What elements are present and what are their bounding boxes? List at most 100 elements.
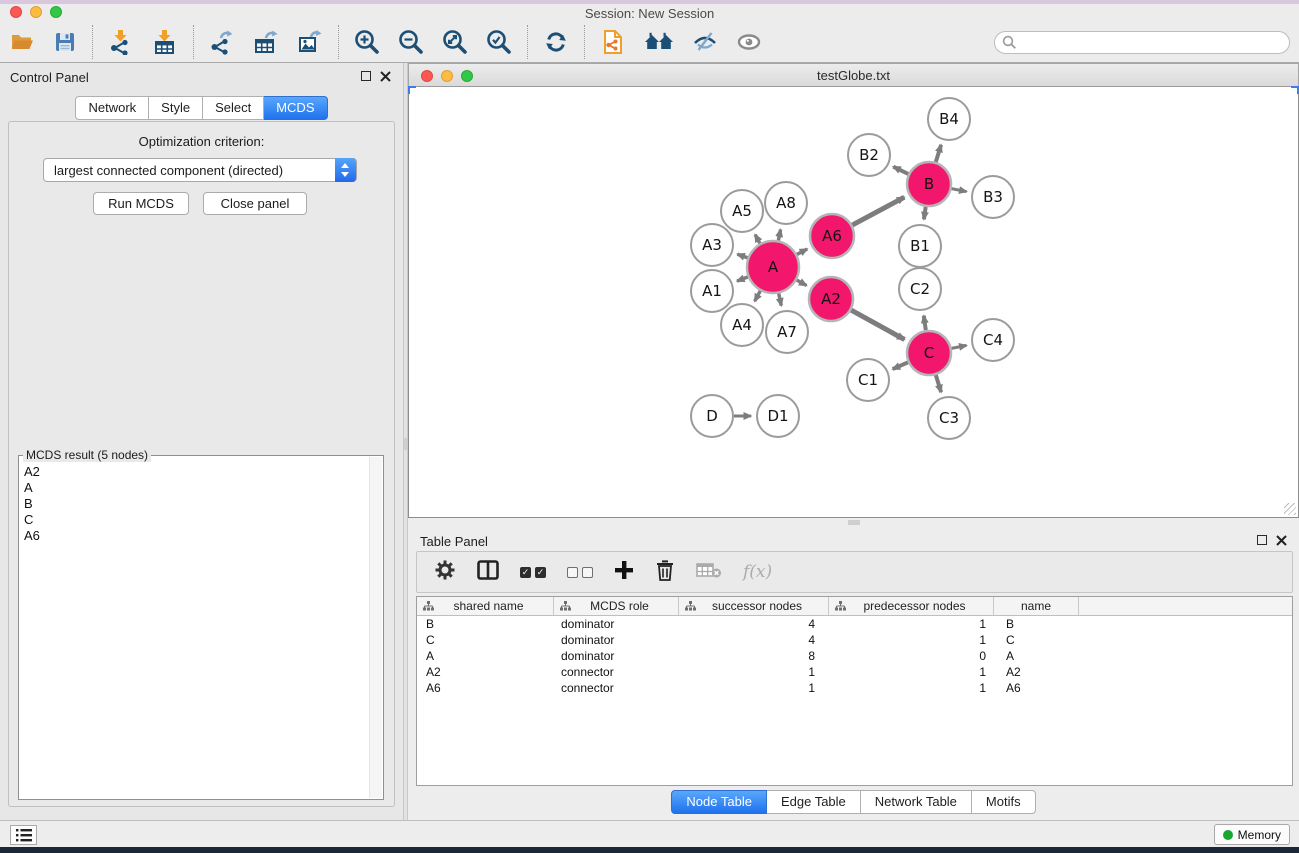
table-row[interactable]: Adominator80A bbox=[417, 648, 1292, 664]
table-cell[interactable]: connector bbox=[554, 680, 679, 696]
graph-node-C3[interactable]: C3 bbox=[928, 397, 970, 439]
float-table-panel-button[interactable] bbox=[1257, 535, 1267, 545]
network-window-titlebar[interactable]: testGlobe.txt bbox=[408, 63, 1299, 87]
table-cell[interactable]: C bbox=[994, 632, 1079, 648]
graph-edge-C-C2[interactable] bbox=[924, 316, 926, 331]
gear-icon[interactable] bbox=[434, 559, 456, 586]
tab-select[interactable]: Select bbox=[203, 96, 264, 120]
table-cell[interactable]: 1 bbox=[679, 664, 829, 680]
table-row[interactable]: Bdominator41B bbox=[417, 616, 1292, 632]
split-columns-icon[interactable] bbox=[477, 560, 499, 585]
table-cell[interactable]: 8 bbox=[679, 648, 829, 664]
table-cell[interactable]: A bbox=[417, 648, 554, 664]
table-cell[interactable]: 1 bbox=[829, 680, 994, 696]
mcds-result-item[interactable]: A2 bbox=[24, 464, 368, 480]
tab-mcds[interactable]: MCDS bbox=[264, 96, 327, 120]
graph-node-B4[interactable]: B4 bbox=[928, 98, 970, 140]
table-cell[interactable]: 4 bbox=[679, 632, 829, 648]
graph-node-A8[interactable]: A8 bbox=[765, 182, 807, 224]
tab-network-table[interactable]: Network Table bbox=[861, 790, 972, 814]
graph-node-A1[interactable]: A1 bbox=[691, 270, 733, 312]
zoom-in-icon[interactable] bbox=[345, 25, 389, 59]
tab-network[interactable]: Network bbox=[75, 96, 149, 120]
function-builder-icon[interactable]: f(x) bbox=[743, 562, 772, 582]
graph-edge-A-A4[interactable] bbox=[755, 291, 761, 301]
table-cell[interactable]: A6 bbox=[994, 680, 1079, 696]
run-mcds-button[interactable]: Run MCDS bbox=[93, 192, 189, 215]
graph-edge-A-A5[interactable] bbox=[755, 235, 760, 244]
close-table-panel-button[interactable] bbox=[1276, 535, 1287, 546]
graph-edge-C-C3[interactable] bbox=[936, 375, 941, 392]
hide-graphics-details-icon[interactable] bbox=[683, 25, 727, 59]
table-cell[interactable]: dominator bbox=[554, 616, 679, 632]
table-cell[interactable]: A2 bbox=[417, 664, 554, 680]
zoom-selected-icon[interactable] bbox=[477, 25, 521, 59]
graph-node-B[interactable]: B bbox=[907, 162, 951, 206]
table-cell[interactable]: 1 bbox=[829, 664, 994, 680]
graph-edge-B-B4[interactable] bbox=[936, 145, 941, 162]
zoom-out-icon[interactable] bbox=[389, 25, 433, 59]
graph-node-C[interactable]: C bbox=[907, 331, 951, 375]
refresh-view-icon[interactable] bbox=[534, 25, 578, 59]
mcds-result-item[interactable]: A bbox=[24, 480, 368, 496]
criterion-dropdown[interactable]: largest connected component (directed) bbox=[43, 158, 357, 182]
table-cell[interactable]: 1 bbox=[829, 616, 994, 632]
mcds-result-item[interactable]: A6 bbox=[24, 528, 368, 544]
export-image-icon[interactable] bbox=[288, 25, 332, 59]
table-cell[interactable]: 1 bbox=[679, 680, 829, 696]
network-canvas[interactable]: AA6A2BCB4B2B3B1A5A8A3A1A4A7C2C4C1C3DD1 bbox=[408, 87, 1299, 518]
graph-node-A[interactable]: A bbox=[747, 241, 799, 293]
divider-grip[interactable] bbox=[848, 520, 860, 525]
add-icon[interactable] bbox=[614, 560, 634, 585]
table-row[interactable]: A2connector11A2 bbox=[417, 664, 1292, 680]
table-cell[interactable]: A2 bbox=[994, 664, 1079, 680]
search-input[interactable] bbox=[994, 31, 1290, 54]
graph-edge-B-B1[interactable] bbox=[924, 207, 926, 220]
graph-node-A2[interactable]: A2 bbox=[809, 277, 853, 321]
mcds-result-item[interactable]: B bbox=[24, 496, 368, 512]
graph-edge-A-A6[interactable] bbox=[797, 249, 807, 254]
graph-node-B3[interactable]: B3 bbox=[972, 176, 1014, 218]
column-header-shared-name[interactable]: shared name bbox=[417, 597, 554, 615]
show-graphics-details-icon[interactable] bbox=[727, 25, 771, 59]
column-header-successor-nodes[interactable]: successor nodes bbox=[679, 597, 829, 615]
close-panel-button[interactable]: Close panel bbox=[203, 192, 307, 215]
column-header-name[interactable]: name bbox=[994, 597, 1079, 615]
tab-style[interactable]: Style bbox=[149, 96, 203, 120]
graph-node-C4[interactable]: C4 bbox=[972, 319, 1014, 361]
open-session-icon[interactable] bbox=[0, 25, 44, 59]
graph-node-A3[interactable]: A3 bbox=[691, 224, 733, 266]
graph-edge-A-A7[interactable] bbox=[779, 293, 782, 305]
table-cell[interactable]: dominator bbox=[554, 632, 679, 648]
divider-grip[interactable] bbox=[404, 438, 407, 450]
graph-edge-A6-B[interactable] bbox=[852, 197, 904, 225]
delete-table-icon[interactable] bbox=[696, 561, 722, 584]
graph-node-A5[interactable]: A5 bbox=[721, 190, 763, 232]
export-network-icon[interactable] bbox=[200, 25, 244, 59]
table-row[interactable]: Cdominator41C bbox=[417, 632, 1292, 648]
column-header-mcds-role[interactable]: MCDS role bbox=[554, 597, 679, 615]
graph-node-B1[interactable]: B1 bbox=[899, 225, 941, 267]
graph-node-C1[interactable]: C1 bbox=[847, 359, 889, 401]
graph-edge-A-A3[interactable] bbox=[737, 254, 747, 258]
save-session-icon[interactable] bbox=[44, 25, 86, 59]
import-network-icon[interactable] bbox=[99, 25, 143, 59]
graph-node-A4[interactable]: A4 bbox=[721, 304, 763, 346]
delete-icon[interactable] bbox=[655, 559, 675, 586]
task-history-button[interactable] bbox=[10, 825, 37, 845]
zoom-fit-icon[interactable] bbox=[433, 25, 477, 59]
table-cell[interactable]: A6 bbox=[417, 680, 554, 696]
table-cell[interactable]: 0 bbox=[829, 648, 994, 664]
graph-node-C2[interactable]: C2 bbox=[899, 268, 941, 310]
tab-motifs[interactable]: Motifs bbox=[972, 790, 1036, 814]
graph-node-A7[interactable]: A7 bbox=[766, 311, 808, 353]
graph-node-A6[interactable]: A6 bbox=[810, 214, 854, 258]
graph-edge-A-A2[interactable] bbox=[797, 280, 807, 286]
graph-node-B2[interactable]: B2 bbox=[848, 134, 890, 176]
homes-icon[interactable] bbox=[635, 25, 683, 59]
graph-node-D1[interactable]: D1 bbox=[757, 395, 799, 437]
resize-grip-icon[interactable] bbox=[1284, 503, 1296, 515]
graph-edge-B-B3[interactable] bbox=[952, 189, 967, 192]
table-cell[interactable]: A bbox=[994, 648, 1079, 664]
graph-edge-C-C1[interactable] bbox=[893, 362, 908, 369]
